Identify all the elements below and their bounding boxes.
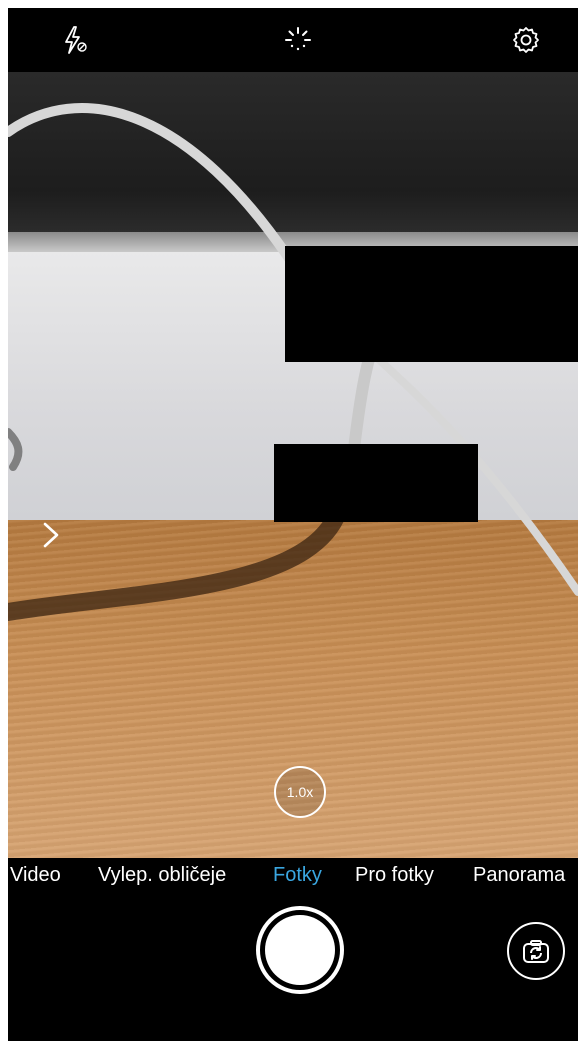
viewfinder[interactable]: 1.0x bbox=[8, 72, 578, 858]
mode-pro-photo[interactable]: Pro fotky bbox=[355, 864, 434, 887]
mode-photo[interactable]: Fotky bbox=[273, 864, 322, 887]
mode-panorama[interactable]: Panorama bbox=[473, 864, 565, 887]
mode-face-beauty[interactable]: Vylep. obličeje bbox=[98, 864, 226, 887]
zoom-label: 1.0x bbox=[286, 784, 314, 800]
top-bar bbox=[8, 8, 578, 72]
live-photo-icon[interactable] bbox=[276, 20, 320, 60]
shutter-button[interactable] bbox=[256, 906, 344, 994]
switch-camera-button[interactable] bbox=[507, 922, 565, 980]
camera-screen: 1.0x Video Vylep. obličeje Fotky Pro fot… bbox=[8, 8, 578, 1041]
zoom-button[interactable]: 1.0x bbox=[274, 766, 326, 818]
redacted-block-2 bbox=[274, 444, 478, 522]
mode-video[interactable]: Video bbox=[10, 864, 61, 887]
mode-selector: Video Vylep. obličeje Fotky Pro fotky Pa… bbox=[8, 858, 578, 900]
flash-off-icon[interactable] bbox=[52, 20, 96, 60]
gear-icon[interactable] bbox=[504, 20, 548, 60]
chevron-right-icon[interactable] bbox=[36, 520, 66, 550]
redacted-block-1 bbox=[285, 246, 578, 362]
shutter-inner bbox=[265, 915, 335, 985]
camera-switch-icon bbox=[523, 940, 549, 963]
